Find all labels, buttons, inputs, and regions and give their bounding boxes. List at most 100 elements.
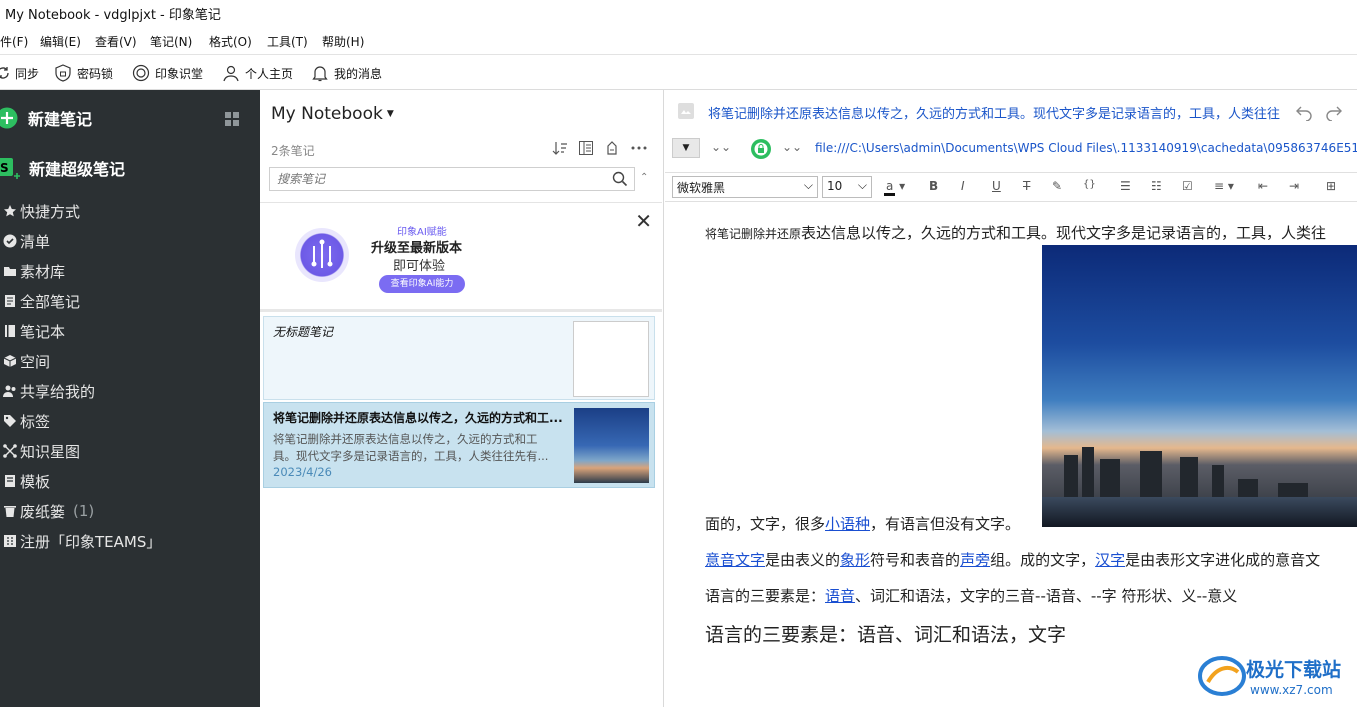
bullet-list-icon[interactable]: ☰ — [1120, 179, 1131, 193]
main-toolbar: 同步 密码锁 印象识堂 个人主页 我的消息 — [0, 54, 1357, 90]
editor-meta-row: ▼ ⌄⌄ ⌄⌄ file:///C:\Users\admin\Documents… — [665, 134, 1357, 166]
italic-icon[interactable]: I — [961, 179, 965, 193]
font-size-select[interactable]: 10 ⌵ — [822, 176, 872, 198]
notebook-selector[interactable]: My Notebook ▼ — [271, 104, 394, 124]
strikethrough-icon[interactable]: T — [1023, 179, 1030, 193]
new-note-button[interactable]: 新建笔记 — [0, 103, 92, 133]
link-phonetics[interactable]: 语音 — [825, 587, 855, 605]
indent-icon[interactable]: ⇥ — [1289, 179, 1299, 193]
collapse-up-icon[interactable]: ⌃ — [640, 172, 648, 183]
sidebar-item-label: 注册「印象TEAMS」 — [20, 532, 162, 551]
hall-icon — [132, 64, 150, 82]
password-lock-button[interactable]: 密码锁 — [54, 63, 113, 83]
sidebar-item-tags[interactable]: 标签 — [0, 409, 50, 433]
evernote-lock-icon[interactable] — [750, 138, 772, 160]
font-family-value: 微软雅黑 — [677, 181, 726, 195]
building-icon — [0, 534, 20, 548]
sidebar-item-teams[interactable]: 注册「印象TEAMS」 — [0, 529, 161, 553]
expand-tags-icon[interactable]: ⌄⌄ — [782, 140, 802, 154]
text-span: 语言的三要素是： — [705, 587, 826, 605]
outdent-icon[interactable]: ⇤ — [1258, 179, 1268, 193]
chevron-down-icon: ⌵ — [803, 178, 813, 192]
notebook-dropdown[interactable]: ▼ — [672, 138, 700, 158]
search-input[interactable] — [275, 171, 599, 187]
table-icon[interactable]: ⊞ — [1326, 179, 1336, 193]
link-pictograph[interactable]: 象形 — [840, 551, 870, 569]
bell-icon — [312, 66, 328, 82]
link-hanzi[interactable]: 汉字 — [1095, 551, 1125, 569]
content-line-4[interactable]: 语言的三要素是：语音、词汇和语法，文字的三音--语音、--字 符形状、义--意义 — [705, 585, 1237, 606]
sidebar-item-templates[interactable]: 模板 — [0, 469, 50, 493]
watermark-logo: 极光下载站 www.xz7.com — [1198, 652, 1346, 704]
text-span: 组。成的文字， — [990, 551, 1096, 569]
highlighter-icon[interactable]: ✎ — [1052, 179, 1062, 193]
grid-view-icon[interactable] — [224, 111, 240, 127]
new-super-note-button[interactable]: S 新建超级笔记 — [0, 153, 125, 183]
font-color-icon[interactable]: a ▾ — [884, 179, 905, 196]
sidebar-item-label: 素材库 — [20, 262, 66, 281]
align-icon[interactable]: ≡ ▾ — [1214, 179, 1234, 193]
link-logographic[interactable]: 意音文字 — [705, 551, 765, 569]
promo-button[interactable]: 查看印象AI能力 — [379, 275, 465, 293]
underline-icon[interactable]: U — [992, 179, 1001, 193]
sidebar-item-shortcuts[interactable]: 快捷方式 — [0, 199, 80, 223]
sort-icon[interactable] — [552, 140, 568, 156]
more-options-icon[interactable] — [630, 140, 648, 156]
people-icon — [0, 384, 20, 398]
note-thumbnail — [573, 321, 649, 397]
menu-view[interactable]: 查看(V) — [95, 33, 137, 50]
sidebar-item-label: 共享给我的 — [20, 382, 96, 401]
numbered-list-icon[interactable]: ☷ — [1151, 179, 1162, 193]
messages-button[interactable]: 我的消息 — [311, 63, 382, 83]
source-url[interactable]: file:///C:\Users\admin\Documents\WPS Clo… — [815, 141, 1357, 155]
note-card-selected[interactable]: 将笔记删除并还原表达信息以传之，久远的方式和工... 将笔记删除并还原表达信息以… — [263, 402, 655, 488]
note-type-icon[interactable] — [677, 102, 695, 120]
sidebar-item-materials[interactable]: 素材库 — [0, 259, 65, 283]
content-line-5[interactable]: 语言的三要素是：语音、词汇和语法，文字 — [705, 620, 1066, 647]
code-icon[interactable]: {} — [1083, 179, 1096, 190]
sidebar-item-checklist[interactable]: 清单 — [0, 229, 50, 253]
content-line-2[interactable]: 面的，文字，很多小语种，有语言但没有文字。 — [705, 513, 1020, 534]
profile-button[interactable]: 个人主页 — [222, 63, 293, 83]
sidebar-item-knowledge-graph[interactable]: 知识星图 — [0, 439, 80, 463]
bold-icon[interactable]: B — [929, 179, 938, 193]
menu-tools[interactable]: 工具(T) — [267, 33, 308, 50]
expand-icon[interactable]: ⌄⌄ — [711, 140, 731, 154]
sidebar-item-notebooks[interactable]: 笔记本 — [0, 319, 65, 343]
close-icon[interactable]: ✕ — [635, 209, 652, 233]
note-title: 将笔记删除并还原表达信息以传之，久远的方式和工... — [273, 411, 563, 425]
ai-logo-icon — [295, 228, 349, 282]
note-title-field[interactable]: 将笔记删除并还原表达信息以传之，久远的方式和工具。现代文字多是记录语言的，工具，… — [708, 103, 1280, 122]
note-card[interactable]: 无标题笔记 — [263, 316, 655, 400]
redo-icon[interactable] — [1325, 103, 1343, 121]
sync-button[interactable]: 同步 — [0, 63, 39, 83]
checkbox-icon[interactable]: ☑ — [1182, 179, 1193, 193]
link-minor-language[interactable]: 小语种 — [825, 515, 870, 533]
hall-button[interactable]: 印象识堂 — [132, 63, 203, 83]
link-phonetic[interactable]: 声旁 — [960, 551, 990, 569]
sidebar-item-shared[interactable]: 共享给我的 — [0, 379, 95, 403]
view-layout-icon[interactable] — [578, 140, 594, 156]
reminder-icon[interactable] — [604, 140, 620, 156]
sidebar-item-trash[interactable]: 废纸篓 (1) — [0, 499, 94, 523]
sidebar-item-label: 模板 — [20, 472, 51, 491]
promo-subtext: 即可体验 — [393, 259, 446, 274]
profile-label: 个人主页 — [245, 66, 294, 81]
watermark-name: 极光下载站 — [1246, 658, 1341, 681]
notes-icon — [0, 294, 20, 308]
menu-edit[interactable]: 编辑(E) — [40, 33, 81, 50]
sidebar-item-spaces[interactable]: 空间 — [0, 349, 50, 373]
font-family-select[interactable]: 微软雅黑 ⌵ — [672, 176, 818, 198]
tag-icon — [0, 414, 20, 428]
sidebar-item-all-notes[interactable]: 全部笔记 — [0, 289, 80, 313]
menu-format[interactable]: 格式(O) — [209, 33, 252, 50]
menu-file[interactable]: 件(F) — [0, 33, 28, 50]
undo-icon[interactable] — [1295, 103, 1313, 121]
search-icon[interactable] — [612, 171, 628, 187]
menu-note[interactable]: 笔记(N) — [150, 33, 192, 50]
menu-help[interactable]: 帮助(H) — [322, 33, 364, 50]
content-line-3[interactable]: 意音文字是由表义的象形符号和表音的声旁组。成的文字，汉字是由表形文字进化成的意音… — [705, 549, 1320, 570]
content-line-1[interactable]: 将笔记删除并还原表达信息以传之，久远的方式和工具。现代文字多是记录语言的，工具，… — [705, 222, 1326, 243]
embedded-city-photo[interactable] — [1042, 245, 1357, 527]
sidebar: 新建笔记 S 新建超级笔记 快捷方式 清单 素材库 全部笔记 笔记本 空间 共享… — [0, 90, 260, 707]
